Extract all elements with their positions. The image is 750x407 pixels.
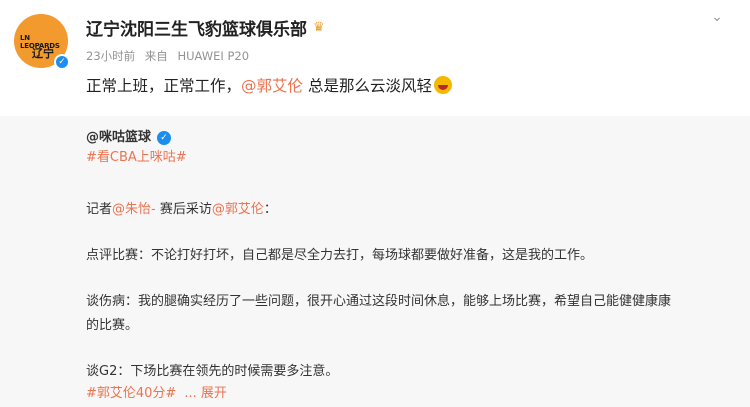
paragraph-injury-line2: 的比赛。: [86, 318, 139, 333]
member-crown-icon: ♛: [313, 20, 325, 35]
post-meta: 23小时前 来自 HUAWEI P20: [86, 48, 249, 64]
paragraph-review: 点评比赛：不论打好打坏，自己都是尽全力去打，每场球都要做好准备，这是我的工作。: [86, 248, 594, 263]
avatar-container[interactable]: LN LEOPARDS 辽宁 ✓: [14, 14, 70, 70]
interview-mention[interactable]: @郭艾伦: [212, 202, 264, 217]
interview-text: 赛后采访: [155, 202, 212, 217]
post-text: 正常上班，正常工作，@郭艾伦 总是那么云淡风轻: [86, 74, 452, 96]
interview-suffix: ：: [263, 202, 277, 217]
post-mention[interactable]: @郭艾伦: [241, 77, 303, 95]
chevron-down-icon[interactable]: ⌄: [708, 8, 726, 26]
laugh-emoji-icon: [433, 76, 452, 94]
avatar-logo-mark: 辽宁: [32, 47, 54, 60]
reporter-line: 记者@朱怡- 赛后采访@郭艾伦：: [86, 200, 277, 220]
expand-link[interactable]: ... 展开: [184, 386, 227, 401]
paragraph-g2: 谈G2：下场比赛在领先的时候需要多注意。: [86, 364, 339, 379]
hashtag-guo-40[interactable]: #郭艾伦40分#: [86, 386, 176, 401]
post-text-after: 总是那么云淡风轻: [303, 77, 432, 95]
verified-icon: ✓: [157, 131, 172, 145]
paragraph-injury-line1: 谈伤病：我的腿确实经历了一些问题，很开心通过这段时间休息，能够上场比赛，希望自己…: [86, 294, 672, 309]
post-text-before: 正常上班，正常工作，: [86, 77, 242, 95]
repost-footer-row: #郭艾伦40分# ... 展开: [86, 384, 227, 404]
post-time[interactable]: 23小时前: [86, 49, 135, 63]
account-name[interactable]: 辽宁沈阳三生飞豹篮球俱乐部: [86, 15, 307, 40]
source-device: HUAWEI P20: [177, 49, 250, 63]
source-prefix: 来自: [144, 49, 168, 63]
repost-author[interactable]: @咪咕篮球: [86, 128, 151, 148]
repost-author-row: @咪咕篮球 ✓: [86, 128, 172, 148]
account-name-row: 辽宁沈阳三生飞豹篮球俱乐部 ♛: [86, 15, 325, 40]
reporter-prefix: 记者: [86, 202, 113, 217]
reporter-mention[interactable]: @朱怡-: [112, 202, 156, 217]
verified-icon: ✓: [54, 54, 70, 70]
repost-card[interactable]: @咪咕篮球 ✓ #看CBA上咪咕# 记者@朱怡- 赛后采访@郭艾伦： 点评比赛：…: [0, 116, 750, 407]
repost-content: @咪咕篮球 ✓ #看CBA上咪咕# 记者@朱怡- 赛后采访@郭艾伦： 点评比赛：…: [86, 128, 730, 403]
repost-hashtag[interactable]: #看CBA上咪咕#: [86, 148, 187, 168]
